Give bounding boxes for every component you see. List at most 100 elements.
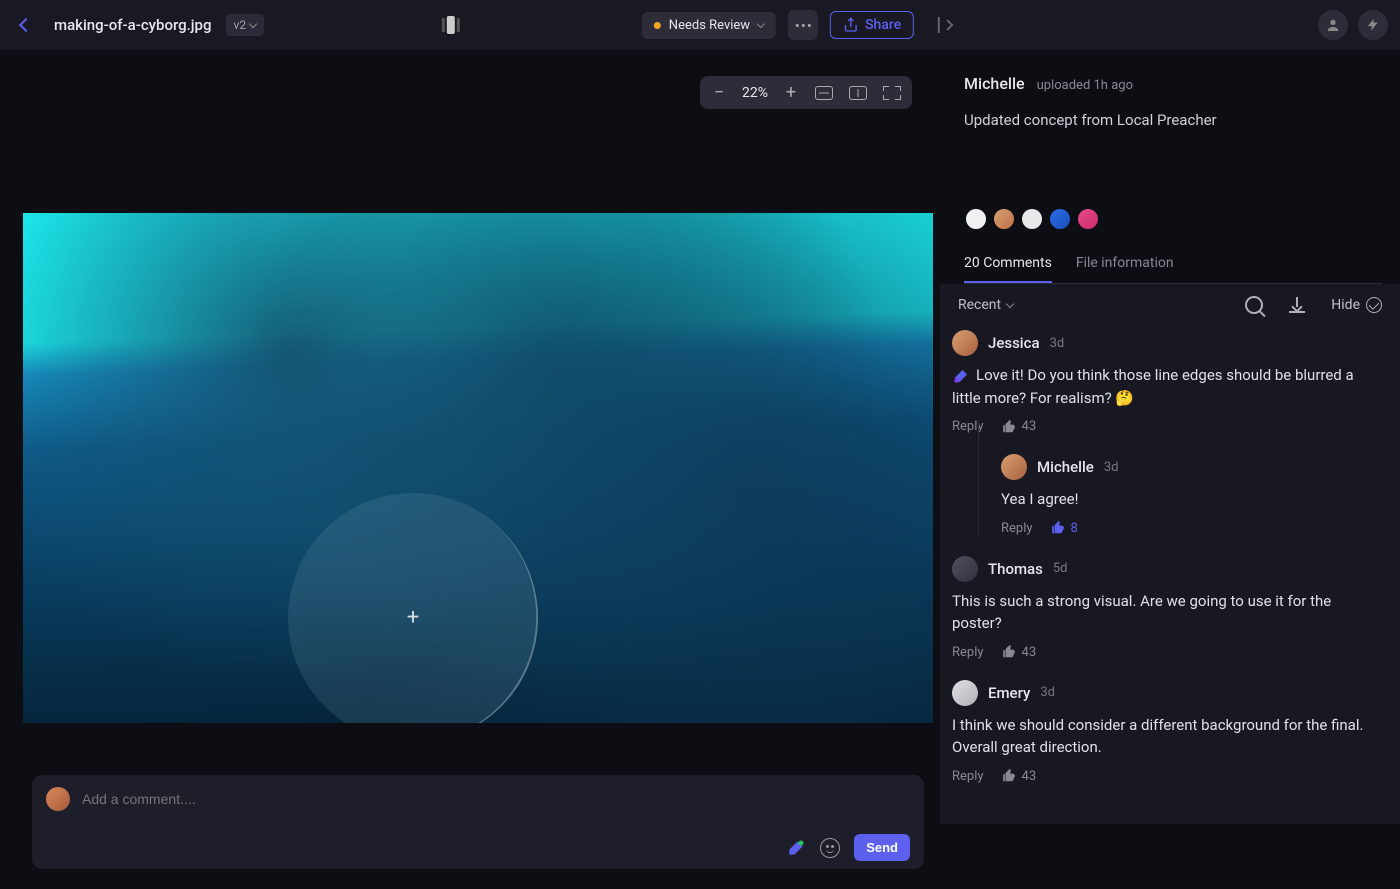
avatar[interactable] bbox=[1076, 207, 1100, 231]
compare-versions-button[interactable] bbox=[442, 15, 468, 35]
chevron-down-icon bbox=[249, 20, 257, 28]
comment-body: This is such a strong visual. Are we goi… bbox=[952, 590, 1384, 635]
thumb-up-icon bbox=[1002, 420, 1016, 434]
fit-width-icon bbox=[815, 86, 833, 100]
tab-file-info[interactable]: File information bbox=[1076, 255, 1174, 283]
uploader-info: Michelle uploaded 1h ago bbox=[964, 74, 1382, 93]
zoom-level: 22% bbox=[742, 85, 768, 101]
comment-item: Michelle 3d Yea I agree! Reply 8 bbox=[1001, 454, 1384, 536]
image-canvas[interactable]: + bbox=[23, 213, 933, 723]
topbar-right-controls bbox=[1318, 10, 1388, 40]
thumb-up-icon bbox=[1002, 645, 1016, 659]
comment-timestamp: 3d bbox=[1104, 460, 1119, 475]
comment-author: Michelle bbox=[1037, 458, 1094, 476]
like-button[interactable]: 43 bbox=[1002, 645, 1037, 660]
dot-icon bbox=[808, 24, 811, 27]
search-comments-button[interactable] bbox=[1245, 296, 1263, 314]
comment-body: Yea I agree! bbox=[1001, 488, 1384, 511]
status-dot-icon bbox=[654, 22, 661, 29]
annotation-tool-button[interactable] bbox=[786, 838, 806, 858]
right-sidebar: Michelle uploaded 1h ago Updated concept… bbox=[940, 50, 1400, 889]
dot-icon bbox=[796, 24, 799, 27]
share-label: Share bbox=[865, 17, 901, 33]
annotation-arc-icon bbox=[253, 457, 573, 722]
toggle-sidebar-button[interactable] bbox=[938, 15, 958, 35]
file-name: making-of-a-cyborg.jpg bbox=[54, 16, 212, 34]
lightning-icon bbox=[1366, 18, 1380, 32]
like-count: 8 bbox=[1071, 521, 1078, 536]
avatar[interactable] bbox=[952, 330, 978, 356]
sort-dropdown[interactable]: Recent bbox=[958, 297, 1013, 313]
version-selector[interactable]: v2 bbox=[226, 14, 265, 36]
reply-button[interactable]: Reply bbox=[952, 645, 984, 660]
thumb-up-icon bbox=[1002, 769, 1016, 783]
fullscreen-button[interactable] bbox=[882, 84, 902, 102]
more-actions-button[interactable] bbox=[788, 10, 818, 40]
comment-composer: Send bbox=[32, 775, 924, 869]
avatar[interactable] bbox=[992, 207, 1016, 231]
download-icon bbox=[1289, 297, 1305, 313]
reply-button[interactable]: Reply bbox=[952, 769, 984, 784]
uploader-name: Michelle bbox=[964, 74, 1025, 93]
comments-list: Jessica 3d Love it! Do you think those l… bbox=[940, 326, 1400, 784]
comment-timestamp: 5d bbox=[1053, 561, 1068, 576]
comment-item: Jessica 3d Love it! Do you think those l… bbox=[952, 330, 1384, 536]
like-count: 43 bbox=[1022, 769, 1037, 784]
fit-width-button[interactable] bbox=[814, 84, 834, 102]
comment-body: I think we should consider a different b… bbox=[952, 714, 1384, 759]
upload-timestamp: uploaded 1h ago bbox=[1037, 78, 1133, 93]
comment-input[interactable] bbox=[82, 791, 910, 807]
presence-avatars bbox=[964, 207, 1382, 231]
dot-icon bbox=[802, 24, 805, 27]
comment-author: Emery bbox=[988, 684, 1030, 702]
like-button[interactable]: 43 bbox=[1002, 419, 1037, 434]
like-button[interactable]: 8 bbox=[1051, 521, 1078, 536]
activity-button[interactable] bbox=[1358, 10, 1388, 40]
search-icon bbox=[1245, 296, 1263, 314]
top-bar: making-of-a-cyborg.jpg v2 Needs Review bbox=[0, 0, 1400, 50]
comment-body: Love it! Do you think those line edges s… bbox=[952, 364, 1384, 409]
fullscreen-icon bbox=[883, 86, 901, 100]
fit-height-icon bbox=[849, 86, 867, 100]
avatar[interactable] bbox=[952, 680, 978, 706]
tab-comments[interactable]: 20 Comments bbox=[964, 255, 1052, 283]
avatar[interactable] bbox=[1048, 207, 1072, 231]
back-button[interactable] bbox=[12, 11, 40, 39]
like-count: 43 bbox=[1022, 645, 1037, 660]
sort-label: Recent bbox=[958, 297, 1001, 313]
comments-panel: Recent Hide Je bbox=[940, 284, 1400, 824]
comment-item: Emery 3d I think we should consider a di… bbox=[952, 680, 1384, 784]
annotation-badge-icon bbox=[952, 367, 970, 385]
avatar[interactable] bbox=[964, 207, 988, 231]
hide-label: Hide bbox=[1331, 297, 1360, 313]
chevron-down-icon bbox=[757, 20, 765, 28]
annotation-marker[interactable]: + bbox=[288, 493, 538, 723]
comment-timestamp: 3d bbox=[1040, 685, 1055, 700]
avatar[interactable] bbox=[952, 556, 978, 582]
zoom-in-button[interactable]: + bbox=[782, 82, 800, 103]
current-user-avatar bbox=[46, 787, 70, 811]
sidebar-tabs: 20 Comments File information bbox=[964, 255, 1382, 284]
avatar[interactable] bbox=[1001, 454, 1027, 480]
send-button[interactable]: Send bbox=[854, 834, 910, 861]
presence-button[interactable] bbox=[1318, 10, 1348, 40]
reply-thread: Michelle 3d Yea I agree! Reply 8 bbox=[978, 448, 1384, 536]
main-area: − 22% + + bbox=[0, 50, 1400, 889]
comment-author: Jessica bbox=[988, 334, 1040, 352]
zoom-out-button[interactable]: − bbox=[710, 82, 728, 103]
hide-resolved-button[interactable]: Hide bbox=[1331, 297, 1382, 313]
zoom-controls: − 22% + bbox=[700, 76, 912, 109]
status-selector[interactable]: Needs Review bbox=[642, 12, 776, 39]
download-comments-button[interactable] bbox=[1289, 297, 1305, 313]
like-button[interactable]: 43 bbox=[1002, 769, 1037, 784]
fit-height-button[interactable] bbox=[848, 84, 868, 102]
emoji-picker-button[interactable] bbox=[820, 838, 840, 858]
comment-item: Thomas 5d This is such a strong visual. … bbox=[952, 556, 1384, 660]
comments-toolbar: Recent Hide bbox=[940, 284, 1400, 326]
version-label: v2 bbox=[234, 18, 247, 32]
share-button[interactable]: Share bbox=[830, 11, 914, 39]
status-label: Needs Review bbox=[669, 18, 750, 33]
reply-button[interactable]: Reply bbox=[1001, 521, 1033, 536]
image-viewer: − 22% + + bbox=[0, 50, 940, 889]
avatar[interactable] bbox=[1020, 207, 1044, 231]
